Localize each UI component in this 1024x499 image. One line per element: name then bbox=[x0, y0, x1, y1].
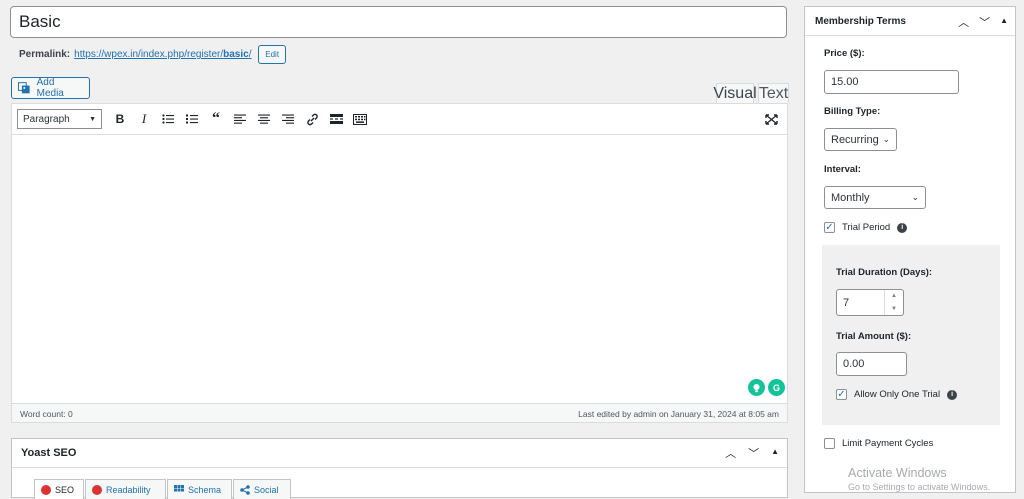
yoast-tab-social[interactable]: Social bbox=[233, 479, 291, 499]
one-trial-checkbox[interactable]: ✓ bbox=[836, 389, 847, 400]
info-icon[interactable]: i bbox=[897, 222, 908, 233]
share-icon bbox=[240, 484, 250, 495]
toggle-panel-icon[interactable]: ▲ bbox=[771, 447, 779, 461]
yoast-divider bbox=[12, 467, 787, 468]
align-left-icon[interactable] bbox=[228, 107, 252, 131]
schema-grid-icon bbox=[174, 484, 184, 491]
lightbulb-icon[interactable] bbox=[748, 379, 765, 396]
trial-period-checkbox-row: ✓ Trial Period i bbox=[824, 222, 908, 233]
editor-statusbar: Word count: 0 Last edited by admin on Ja… bbox=[11, 404, 788, 423]
last-edited: Last edited by admin on January 31, 2024… bbox=[578, 409, 779, 419]
limit-cycles-checkbox-row: Limit Payment Cycles bbox=[824, 438, 933, 449]
trial-duration-label: Trial Duration (Days): bbox=[836, 267, 933, 278]
word-count: Word count: 0 bbox=[20, 409, 73, 419]
trial-amount-label: Trial Amount ($): bbox=[836, 331, 912, 342]
trial-duration-input[interactable]: 7 ▲ ▼ bbox=[836, 289, 904, 316]
price-input[interactable]: 15.00 bbox=[824, 70, 959, 94]
media-icon bbox=[18, 82, 30, 94]
info-icon[interactable]: i bbox=[947, 389, 958, 400]
chevron-down-icon: ⌄ bbox=[911, 192, 919, 202]
billing-type-label: Billing Type: bbox=[824, 106, 881, 117]
membership-controls: ︿ ﹀ ▲ bbox=[958, 14, 1008, 30]
bold-icon[interactable]: B bbox=[108, 107, 132, 131]
chevron-up-icon[interactable]: ︿ bbox=[725, 445, 736, 461]
billing-type-select[interactable]: Recurring ⌄ bbox=[824, 128, 897, 151]
limit-cycles-label: Limit Payment Cycles bbox=[842, 438, 934, 449]
link-icon[interactable] bbox=[300, 107, 324, 131]
blockquote-icon[interactable]: “ bbox=[204, 107, 228, 131]
permalink-label: Permalink: bbox=[19, 49, 71, 61]
content-editor: Paragraph ▼ B I “ G bbox=[11, 103, 788, 404]
yoast-controls: ︿ ﹀ ▲ bbox=[725, 445, 779, 461]
fullscreen-icon[interactable] bbox=[759, 107, 783, 131]
tab-text[interactable]: Text bbox=[758, 83, 789, 103]
windows-watermark-title: Activate Windows bbox=[848, 466, 947, 480]
yoast-tab-seo[interactable]: SEO bbox=[34, 479, 84, 499]
number-stepper[interactable]: ▲ ▼ bbox=[884, 290, 903, 315]
permalink-link[interactable]: https://wpex.in/index.php/register/basic… bbox=[74, 49, 251, 60]
chevron-down-icon[interactable]: ﹀ bbox=[748, 445, 759, 461]
bullet-list-icon[interactable] bbox=[156, 107, 180, 131]
membership-title: Membership Terms bbox=[815, 16, 906, 27]
editor-content-area[interactable]: G bbox=[12, 135, 787, 403]
chevron-up-icon[interactable]: ︿ bbox=[958, 14, 969, 30]
seo-status-icon bbox=[41, 484, 51, 495]
yoast-seo-panel: Yoast SEO ︿ ﹀ ▲ SEO Readability Schema S… bbox=[11, 438, 788, 499]
permalink-edit-button[interactable]: Edit bbox=[258, 45, 287, 64]
one-trial-label: Allow Only One Trial bbox=[854, 389, 941, 400]
trial-amount-input[interactable]: 0.00 bbox=[836, 352, 907, 376]
windows-watermark-subtitle: Go to Settings to activate Windows. bbox=[848, 482, 991, 492]
stepper-up-icon[interactable]: ▲ bbox=[885, 290, 903, 303]
align-right-icon[interactable] bbox=[276, 107, 300, 131]
interval-select[interactable]: Monthly ⌄ bbox=[824, 186, 926, 209]
toggle-panel-icon[interactable]: ▲ bbox=[1000, 16, 1008, 30]
italic-icon[interactable]: I bbox=[132, 107, 156, 131]
readability-status-icon bbox=[92, 484, 102, 495]
caret-down-icon: ▼ bbox=[89, 115, 96, 123]
align-center-icon[interactable] bbox=[252, 107, 276, 131]
toolbar-toggle-icon[interactable] bbox=[348, 107, 372, 131]
interval-label: Interval: bbox=[824, 164, 861, 175]
chevron-down-icon: ⌄ bbox=[882, 134, 890, 144]
trial-period-checkbox[interactable]: ✓ bbox=[824, 222, 835, 233]
post-title-input[interactable] bbox=[10, 6, 787, 38]
one-trial-checkbox-row: ✓ Allow Only One Trial i bbox=[836, 389, 958, 400]
yoast-tab-readability[interactable]: Readability bbox=[85, 479, 166, 499]
membership-header: Membership Terms ︿ ﹀ ▲ bbox=[805, 7, 1015, 36]
numbered-list-icon[interactable] bbox=[180, 107, 204, 131]
read-more-icon[interactable] bbox=[324, 107, 348, 131]
stepper-down-icon[interactable]: ▼ bbox=[885, 303, 903, 316]
yoast-tab-schema[interactable]: Schema bbox=[167, 479, 232, 499]
chevron-down-icon[interactable]: ﹀ bbox=[979, 14, 990, 30]
price-label: Price ($): bbox=[824, 48, 865, 59]
editor-toolbar: Paragraph ▼ B I “ bbox=[12, 104, 787, 135]
yoast-title: Yoast SEO bbox=[21, 447, 77, 459]
permalink-row: Permalink: https://wpex.in/index.php/regi… bbox=[19, 45, 287, 64]
format-select[interactable]: Paragraph ▼ bbox=[17, 109, 102, 129]
trial-period-label: Trial Period bbox=[842, 222, 891, 233]
grammarly-icon[interactable]: G bbox=[768, 379, 785, 396]
add-media-button[interactable]: Add Media bbox=[11, 77, 90, 99]
tab-visual[interactable]: Visual bbox=[713, 83, 757, 103]
add-media-label: Add Media bbox=[36, 77, 64, 99]
limit-cycles-checkbox[interactable] bbox=[824, 438, 835, 449]
